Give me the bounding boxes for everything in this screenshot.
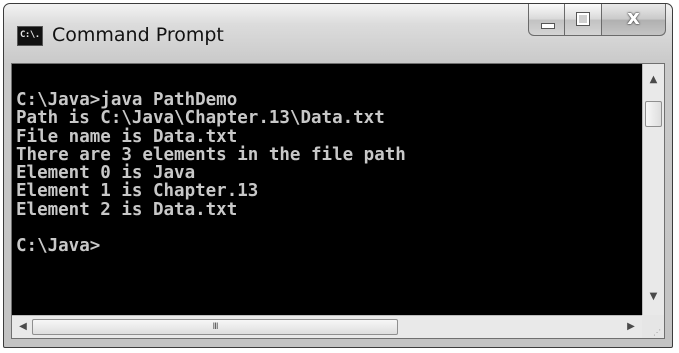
scroll-left-arrow-icon[interactable]: ◀ <box>17 322 29 332</box>
scroll-right-arrow-icon[interactable]: ▶ <box>625 322 637 332</box>
title-bar[interactable]: C:\. Command Prompt x <box>4 4 672 64</box>
vertical-scroll-thumb[interactable] <box>645 101 662 127</box>
console-line: Element 0 is Java <box>16 163 196 184</box>
console-line: Element 2 is Data.txt <box>16 199 238 220</box>
console-icon-label: C:\. <box>20 30 40 40</box>
window-title: Command Prompt <box>52 24 224 46</box>
scroll-down-arrow-icon[interactable]: ▼ <box>643 292 664 302</box>
console-window-icon[interactable]: C:\. <box>17 26 43 46</box>
resize-grip-icon: ⋰ <box>653 328 661 337</box>
console-line: Element 1 is Chapter.13 <box>16 181 259 202</box>
console-line: File name is Data.txt <box>16 126 238 147</box>
console-frame: C:\Java>java PathDemo Path is C:\Java\Ch… <box>11 63 665 339</box>
resize-corner[interactable]: ⋰ <box>642 315 664 338</box>
caption-buttons: x <box>528 4 666 37</box>
console-output: C:\Java>java PathDemo Path is C:\Java\Ch… <box>16 91 406 256</box>
close-button[interactable]: x <box>602 4 666 36</box>
console-line: C:\Java>java PathDemo <box>16 90 238 110</box>
console-prompt-line: C:\Java> <box>16 236 101 257</box>
command-prompt-window: C:\. Command Prompt x C:\Java>java PathD… <box>3 3 673 348</box>
console-line: There are 3 elements in the file path <box>16 144 406 165</box>
vertical-scrollbar[interactable]: ▲ ▼ <box>642 64 664 315</box>
console-line: Path is C:\Java\Chapter.13\Data.txt <box>16 108 385 129</box>
horizontal-scroll-thumb[interactable]: III <box>32 319 398 335</box>
close-icon: x <box>627 5 640 29</box>
thumb-grip-icon: III <box>212 322 219 332</box>
maximize-button[interactable] <box>565 4 602 36</box>
maximize-icon <box>576 12 590 26</box>
console-output-area[interactable]: C:\Java>java PathDemo Path is C:\Java\Ch… <box>12 64 642 315</box>
minimize-button[interactable] <box>528 4 565 36</box>
minimize-icon <box>541 23 555 29</box>
scroll-up-arrow-icon[interactable]: ▲ <box>643 75 664 85</box>
horizontal-scrollbar[interactable]: ◀ III ▶ <box>12 315 642 338</box>
